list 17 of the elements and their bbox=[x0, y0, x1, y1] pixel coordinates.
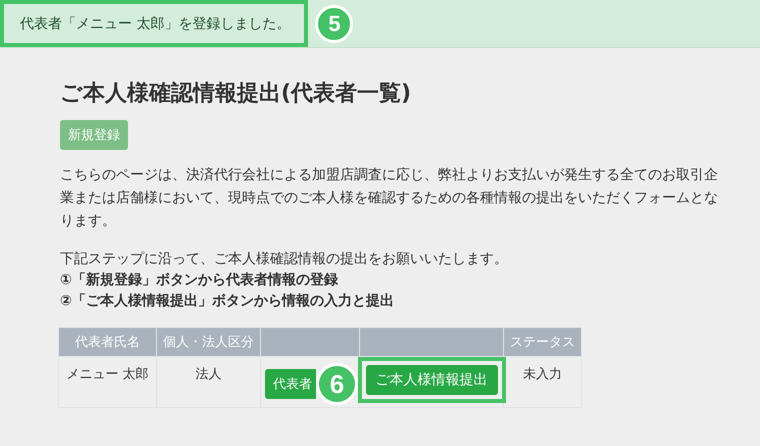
notice-message: 代表者「メニュー 太郎」を登録しました。 bbox=[0, 0, 308, 47]
edit-representative-button[interactable]: 代表者 bbox=[265, 369, 316, 399]
status-text: 未入力 bbox=[523, 366, 562, 383]
page-title: ご本人様確認情報提出(代表者一覧) bbox=[60, 80, 412, 108]
step-badge: 6 bbox=[316, 363, 358, 405]
description-text: こちらのページは、決済代行会社による加盟店調査に応じ、弊社よりお支払いが発生する全てのお取引企業または店舗様において、現時点でのご本人様を確認するための各種情報の提出をいただくフォームとなります。 bbox=[60, 166, 719, 231]
step-text: ①「新規登録」ボタンから代表者情報の登録 bbox=[60, 270, 339, 290]
column-header: 代表者氏名 bbox=[58, 328, 156, 356]
column-header: 個人・法人区分 bbox=[156, 328, 260, 356]
instruction-text: 下記ステップに沿って、ご本人様確認情報の提出をお願いいたします。 bbox=[60, 250, 509, 269]
table-cell-text: メニュー 太郎 bbox=[66, 366, 149, 383]
step-text: ②「ご本人様情報提出」ボタンから情報の入力と提出 bbox=[60, 292, 395, 311]
step-badge: 5 bbox=[315, 4, 354, 42]
submit-info-button[interactable]: ご本人様情報提出 bbox=[366, 365, 498, 395]
column-header: ステータス bbox=[504, 328, 582, 356]
new-registration-button[interactable]: 新規登録 bbox=[60, 120, 128, 150]
table-cell-text: 法人 bbox=[196, 366, 222, 383]
